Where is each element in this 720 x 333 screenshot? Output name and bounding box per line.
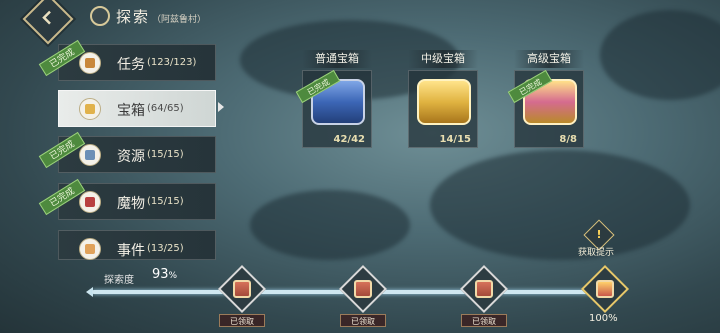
reward-chest-icon (475, 280, 493, 298)
scroll-icon (79, 52, 101, 74)
milestone-chest-1[interactable] (217, 264, 267, 314)
progress-unit: % (168, 271, 178, 281)
milestone-chest-final[interactable] (580, 264, 630, 314)
selection-arrow-icon (218, 102, 224, 112)
sidebar-item-count: (123/123) (147, 57, 197, 68)
map-shape (430, 150, 690, 260)
sidebar-item-label: 资源 (117, 149, 145, 165)
chest-icon (79, 98, 101, 120)
chest-frame: 14/15 (408, 70, 478, 148)
chest-name: 普通宝箱 (302, 50, 372, 68)
chest-name: 中级宝箱 (408, 50, 478, 68)
page-subtitle: （阿兹鲁村） (152, 15, 207, 25)
chest-card-intermediate[interactable]: 中级宝箱 14/15 (408, 50, 478, 150)
chest-name: 高级宝箱 (514, 50, 584, 68)
chest-count: 8/8 (559, 134, 577, 145)
milestone-status: 已领取 (461, 314, 507, 327)
back-button[interactable] (22, 0, 74, 45)
pickaxe-icon (79, 144, 101, 166)
top-bar: 探索 （阿兹鲁村） (0, 0, 720, 45)
sidebar-item-label: 宝箱 (117, 103, 145, 119)
reward-chest-icon (233, 280, 251, 298)
sidebar-item-label: 任务 (117, 57, 145, 73)
progress-value: 93% (152, 267, 177, 282)
sidebar-item-count: (15/15) (147, 149, 184, 160)
milestone-status: 已领取 (219, 314, 265, 327)
sidebar-item-count: (13/25) (147, 243, 184, 254)
milestone-chest-2[interactable] (338, 264, 388, 314)
map-shape (250, 190, 410, 260)
sidebar-item-count: (15/15) (147, 196, 184, 207)
chest-card-common[interactable]: 普通宝箱 42/42 已完成 (295, 50, 372, 150)
chest-card-advanced[interactable]: 高级宝箱 8/8 已完成 (507, 50, 584, 150)
gold-chest-icon (417, 79, 471, 125)
exclamation-icon: ! (596, 228, 602, 241)
sidebar-item-events[interactable]: 事件 (13/25) (58, 230, 216, 260)
monster-icon (79, 191, 101, 213)
completed-badge: 已完成 (38, 131, 86, 169)
back-arrow-icon (42, 10, 51, 25)
chest-count: 14/15 (439, 134, 471, 145)
progress-number: 93 (152, 267, 169, 282)
page-title: 探索 (116, 8, 151, 26)
reward-chest-icon (354, 280, 372, 298)
sidebar-item-label: 事件 (117, 243, 145, 259)
sidebar-item-resources[interactable]: 资源 (15/15) 已完成 (38, 131, 216, 173)
compass-icon (90, 6, 110, 26)
reward-chest-icon (596, 280, 614, 298)
flame-icon (79, 238, 101, 260)
completed-badge: 已完成 (38, 178, 86, 216)
sidebar-item-chests[interactable]: 宝箱 (64/65) (58, 90, 216, 127)
hint-label[interactable]: 获取提示 (578, 245, 614, 258)
sidebar-item-quests[interactable]: 任务 (123/123) 已完成 (38, 39, 216, 81)
milestone-status: 已领取 (340, 314, 386, 327)
completed-badge: 已完成 (38, 39, 86, 77)
sidebar-item-monsters[interactable]: 魔物 (15/15) 已完成 (38, 178, 216, 220)
sidebar-item-count: (64/65) (147, 103, 184, 114)
chest-count: 42/42 (333, 134, 365, 145)
sidebar-item-label: 魔物 (117, 196, 145, 212)
milestone-chest-3[interactable] (459, 264, 509, 314)
progress-label: 探索度 (104, 275, 134, 286)
milestone-status: 100% (589, 313, 618, 324)
